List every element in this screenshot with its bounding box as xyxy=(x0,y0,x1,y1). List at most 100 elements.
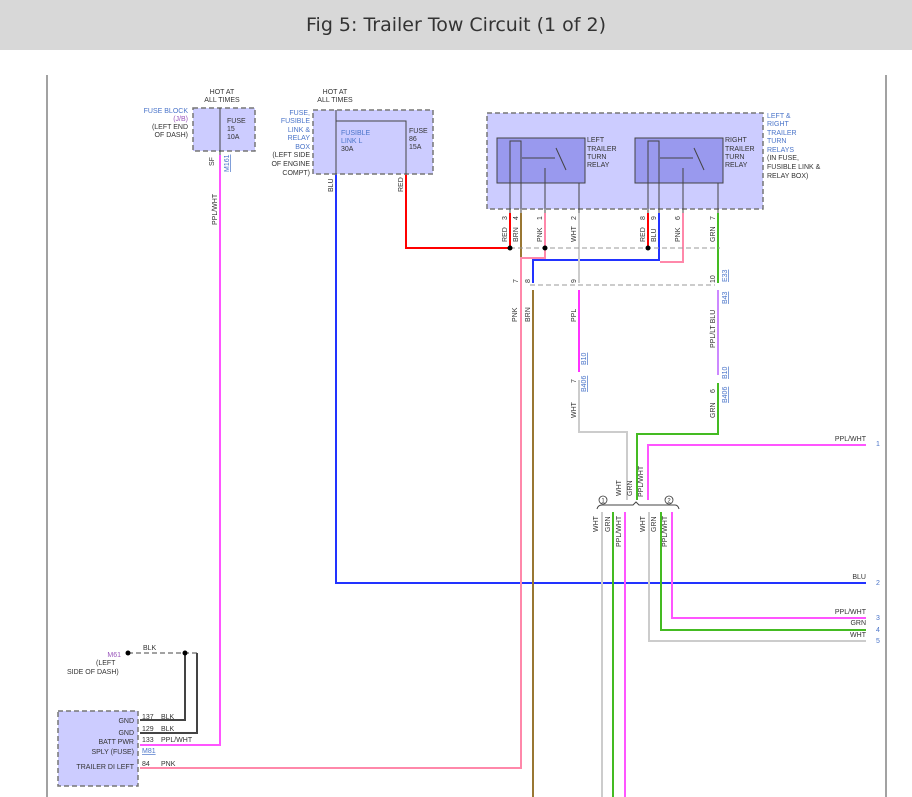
diagram-label: GRN xyxy=(651,516,658,532)
diagram-label: 15 xyxy=(227,126,235,133)
diagram-label: 15A xyxy=(409,144,422,151)
diagram-label: 30A xyxy=(341,146,354,153)
diagram-label: FUSIBLE xyxy=(341,130,371,137)
diagram-label: FUSIBLE LINK & xyxy=(767,164,821,171)
trailer-relay-box: LEFT TRAILER TURN RELAY RIGHT TRAILER TU… xyxy=(486,112,821,242)
diagram-label: PPL/WHT xyxy=(835,609,867,616)
wire-ppl-wht-batt xyxy=(140,155,221,746)
diagram-label: TRAILER xyxy=(587,146,617,153)
diagram-label: RIGHT xyxy=(767,121,790,128)
diagram-label: 1 xyxy=(876,441,880,448)
diagram-label: LINK & xyxy=(288,127,311,134)
diagram-label: TRAILER xyxy=(725,146,755,153)
diagram-label: HOT AT xyxy=(323,89,348,96)
diagram-mark xyxy=(542,245,548,251)
diagram-label: (LEFT SIDE xyxy=(272,152,310,159)
diagram-label: BRN xyxy=(525,307,532,322)
wires xyxy=(125,155,866,797)
diagram-label: RELAY xyxy=(288,135,311,142)
diagram-label: TURN xyxy=(725,154,744,161)
diagram-label: RELAY xyxy=(725,162,748,169)
diagram-label: FUSE xyxy=(409,128,428,135)
diagram-label: 1 xyxy=(537,216,544,220)
diagram-label: TURN xyxy=(767,138,786,145)
diagram-label: 7 xyxy=(513,279,520,283)
diagram-label: 133 xyxy=(142,737,154,744)
relay-pin-labels: RED 3 BRN 4 PNK 1 WHT 2 RED 8 BLU 9 PNK 6 GRN 7 xyxy=(502,216,717,242)
diagram-label: 137 xyxy=(142,714,154,721)
diagram-label: PPL xyxy=(571,309,578,322)
diagram-label: GRN xyxy=(605,516,612,532)
diagram-mark xyxy=(125,650,131,656)
diagram-label: 4 xyxy=(513,216,520,220)
diagram-label: RIGHT xyxy=(725,137,748,144)
diagram-label: B10 xyxy=(581,352,588,365)
diagram-label: 5 xyxy=(876,638,880,645)
diagram-label: BLU xyxy=(852,574,866,581)
diagram-label: RELAYS xyxy=(767,147,794,154)
diagram-label: WHT xyxy=(571,225,578,242)
diagram-label: 129 xyxy=(142,726,154,733)
diagram-label: GRN xyxy=(710,226,717,242)
diagram-label: WHT xyxy=(593,515,600,532)
diagram-label: BRN xyxy=(513,227,520,242)
diagram-label: PNK xyxy=(675,227,682,242)
diagram-label: 10 xyxy=(710,275,717,283)
diagram-label: 6 xyxy=(675,216,682,220)
diagram-label: PPL/WHT xyxy=(835,436,867,443)
diagram-label: B406 xyxy=(722,387,729,403)
diagram-label: RELAY xyxy=(587,162,610,169)
diagram-label: GRN xyxy=(627,480,634,496)
connector-dash-lines xyxy=(510,247,720,286)
diagram-label: FUSE BLOCK xyxy=(144,108,189,115)
wire-ppl-wht-out1 xyxy=(647,444,866,500)
diagram-label: FUSIBLE xyxy=(281,118,311,125)
diagram-label: PPL/WHT xyxy=(161,737,193,744)
diagram-label: RED xyxy=(398,177,405,192)
diagram-label: RED xyxy=(502,227,509,242)
diagram-label: PPL/LT BLU xyxy=(710,310,717,348)
diagram-label: 84 xyxy=(142,761,150,768)
diagram-label: 8 xyxy=(640,216,647,220)
diagram-label: M61 xyxy=(107,652,121,659)
diagram-label: LEFT & xyxy=(767,113,791,120)
diagram-label: WHT xyxy=(616,479,623,496)
diagram-label: 8 xyxy=(525,279,532,283)
diagram-label: 2 xyxy=(876,580,880,587)
diagram-label: GND xyxy=(118,718,134,725)
diagram-label: 10A xyxy=(227,134,240,141)
diagram-label: 2 xyxy=(571,216,578,220)
diagram-label: HOT AT xyxy=(210,89,235,96)
diagram-label: GND xyxy=(118,730,134,737)
diagram-mark xyxy=(507,245,513,251)
diagram-label: FUSE xyxy=(227,118,246,125)
diagram-label: 9 xyxy=(571,279,578,283)
diagram-label: OF ENGINE xyxy=(271,161,310,168)
wire-pnk xyxy=(140,213,546,769)
diagram-label: B406 xyxy=(581,376,588,392)
diagram-label: LINK L xyxy=(341,138,363,145)
diagram-label: SPLY (FUSE) xyxy=(91,749,134,756)
diagram-label: OF DASH) xyxy=(155,132,188,139)
wire-blk xyxy=(140,653,198,734)
trailer-module: GND GND BATT PWR SPLY (FUSE) TRAILER DI … xyxy=(57,710,193,787)
diagram-label: (IN FUSE, xyxy=(767,155,799,162)
diagram-label: B10 xyxy=(722,366,729,379)
diagram-label: BLK xyxy=(161,714,175,721)
diagram-label: PNK xyxy=(161,761,176,768)
diagram-label: 9 xyxy=(651,216,658,220)
diagram-label: E33 xyxy=(722,269,729,282)
diagram-label: GRN xyxy=(850,620,866,627)
ground-m61: M61 (LEFT SIDE OF DASH) BLK xyxy=(67,645,157,676)
diagram-label: M161 xyxy=(224,154,231,172)
diagram-label: ALL TIMES xyxy=(317,97,353,104)
diagram-label: COMPT) xyxy=(282,170,310,177)
diagram-label: WHT xyxy=(571,401,578,418)
diagram-mark xyxy=(192,107,256,152)
diagram-label: PNK xyxy=(537,227,544,242)
fuse-relay-box: HOT AT ALL TIMES FUSE, FUSIBLE LINK & RE… xyxy=(271,89,434,192)
diagram-label: BLU xyxy=(651,228,658,242)
diagram-label: 7 xyxy=(710,216,717,220)
diagram-label: SF xyxy=(209,157,216,166)
diagram-label: 6 xyxy=(710,389,717,393)
